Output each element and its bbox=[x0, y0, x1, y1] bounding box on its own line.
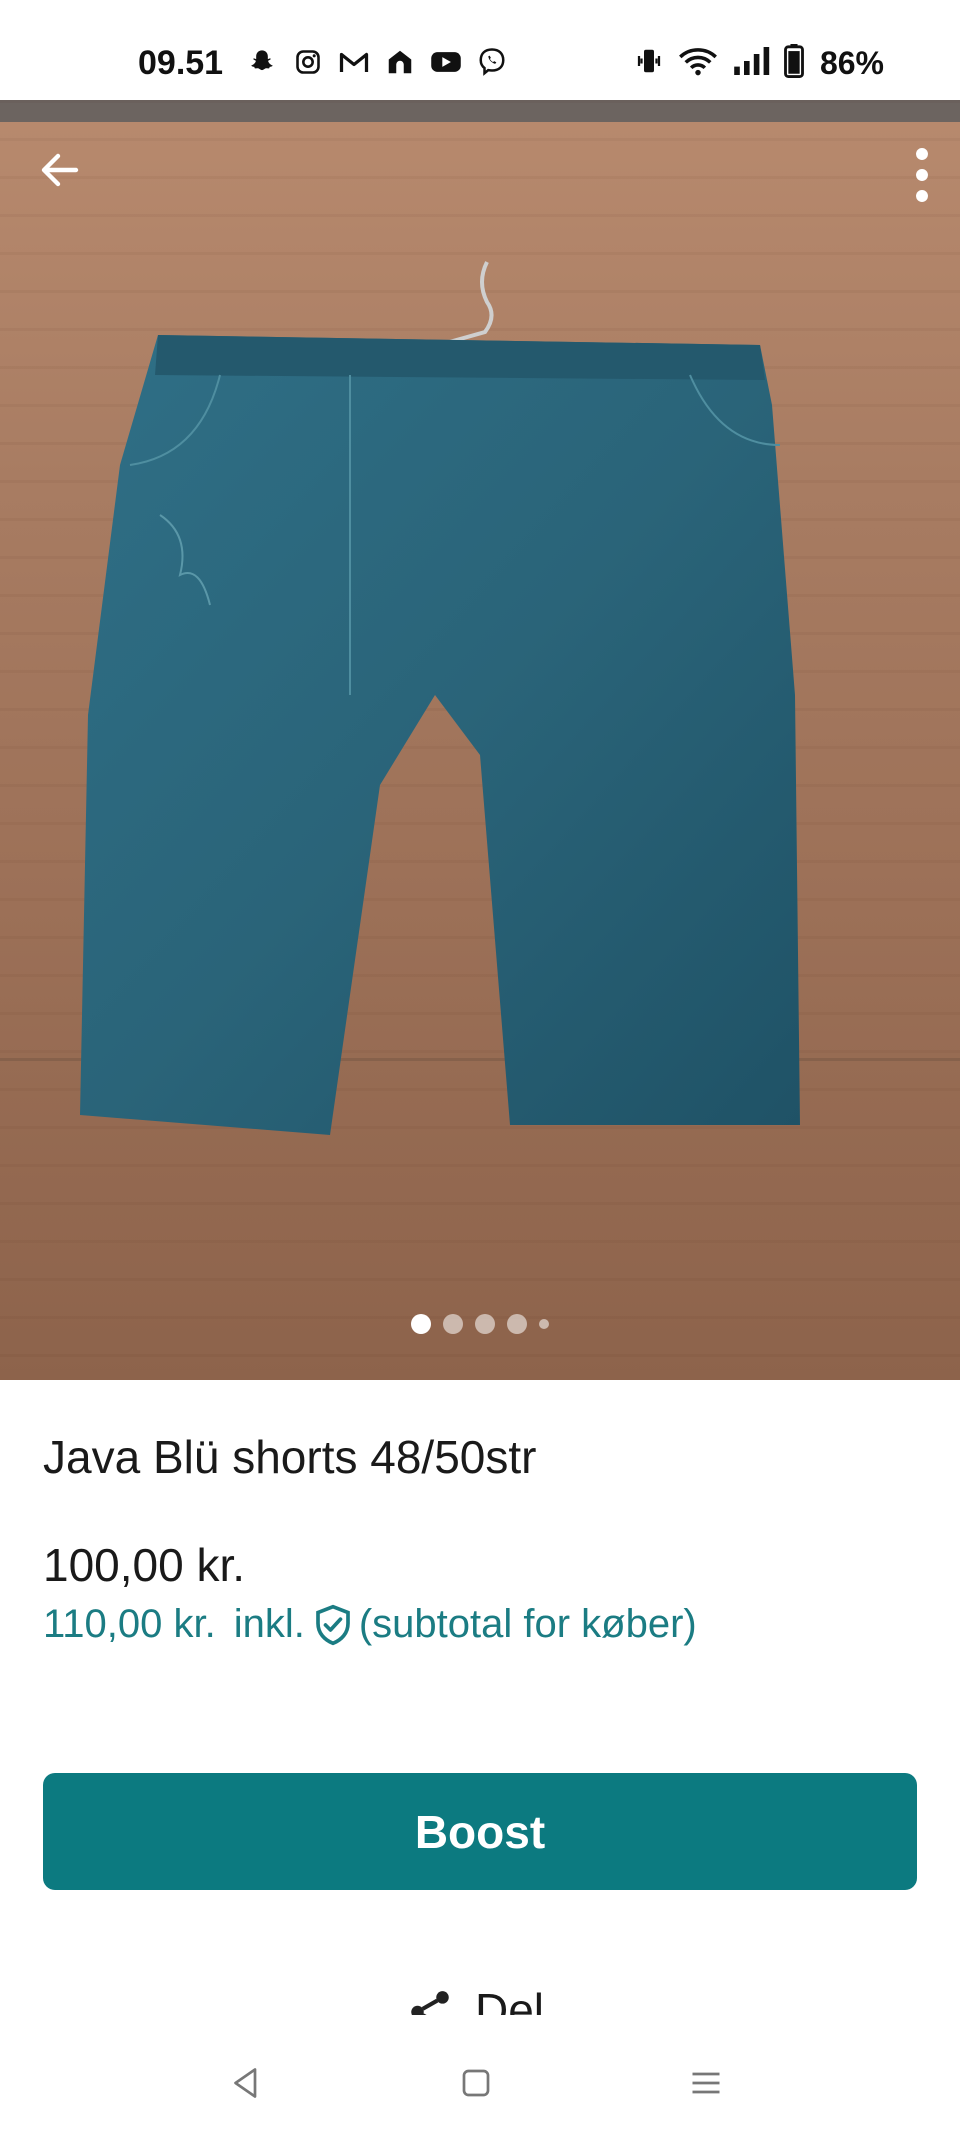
vibrate-icon bbox=[634, 46, 664, 81]
menu-recents-icon bbox=[692, 2072, 720, 2094]
nav-back-button[interactable] bbox=[216, 2053, 276, 2113]
status-bar: 09.51 86% bbox=[0, 0, 960, 100]
boost-button[interactable]: Boost bbox=[43, 1773, 917, 1890]
share-button[interactable]: Del bbox=[405, 1980, 544, 2020]
battery-icon bbox=[784, 44, 804, 83]
carousel-dot[interactable] bbox=[443, 1314, 463, 1334]
battery-percentage: 86% bbox=[819, 45, 884, 81]
buyer-total-price: 110,00 kr. bbox=[43, 1602, 216, 1646]
youtube-icon bbox=[430, 46, 462, 78]
triangle-back-icon bbox=[234, 2068, 257, 2098]
nav-home-button[interactable] bbox=[446, 2053, 506, 2113]
subtotal-note: (subtotal for køber) bbox=[358, 1602, 697, 1646]
carousel-dot[interactable] bbox=[475, 1314, 495, 1334]
home-app-icon bbox=[384, 46, 416, 78]
listing-title: Java Blü shorts 48/50str bbox=[43, 1431, 537, 1483]
incl-label: inkl. bbox=[233, 1602, 305, 1646]
product-image-shorts bbox=[80, 335, 800, 1135]
product-photo-carousel[interactable] bbox=[0, 100, 960, 1380]
instagram-icon bbox=[292, 46, 324, 78]
viber-icon bbox=[476, 46, 508, 78]
snapchat-icon bbox=[246, 46, 278, 78]
nav-recents-button[interactable] bbox=[676, 2053, 736, 2113]
signal-icon bbox=[732, 47, 770, 80]
status-app-icons bbox=[246, 46, 508, 78]
wifi-icon bbox=[678, 46, 718, 81]
carousel-dot[interactable] bbox=[411, 1314, 431, 1334]
more-vertical-icon bbox=[916, 148, 928, 202]
square-home-icon bbox=[462, 2069, 490, 2097]
back-button[interactable] bbox=[30, 140, 90, 200]
listing-price: 100,00 kr. bbox=[43, 1539, 246, 1591]
carousel-indicator bbox=[0, 1314, 960, 1334]
more-options-button[interactable] bbox=[902, 140, 942, 210]
system-navigation-bar bbox=[0, 2015, 960, 2133]
gmail-icon bbox=[338, 46, 370, 78]
status-system-icons: 86% bbox=[634, 44, 884, 83]
carousel-dot[interactable] bbox=[507, 1314, 527, 1334]
boost-button-label: Boost bbox=[414, 1805, 546, 1858]
buyer-total-line[interactable]: 110,00 kr. inkl. (subtotal for køber) bbox=[43, 1602, 697, 1647]
arrow-left-icon bbox=[41, 153, 79, 187]
carousel-dot[interactable] bbox=[539, 1319, 549, 1329]
status-time: 09.51 bbox=[138, 44, 224, 82]
shield-check-icon bbox=[313, 1603, 353, 1647]
